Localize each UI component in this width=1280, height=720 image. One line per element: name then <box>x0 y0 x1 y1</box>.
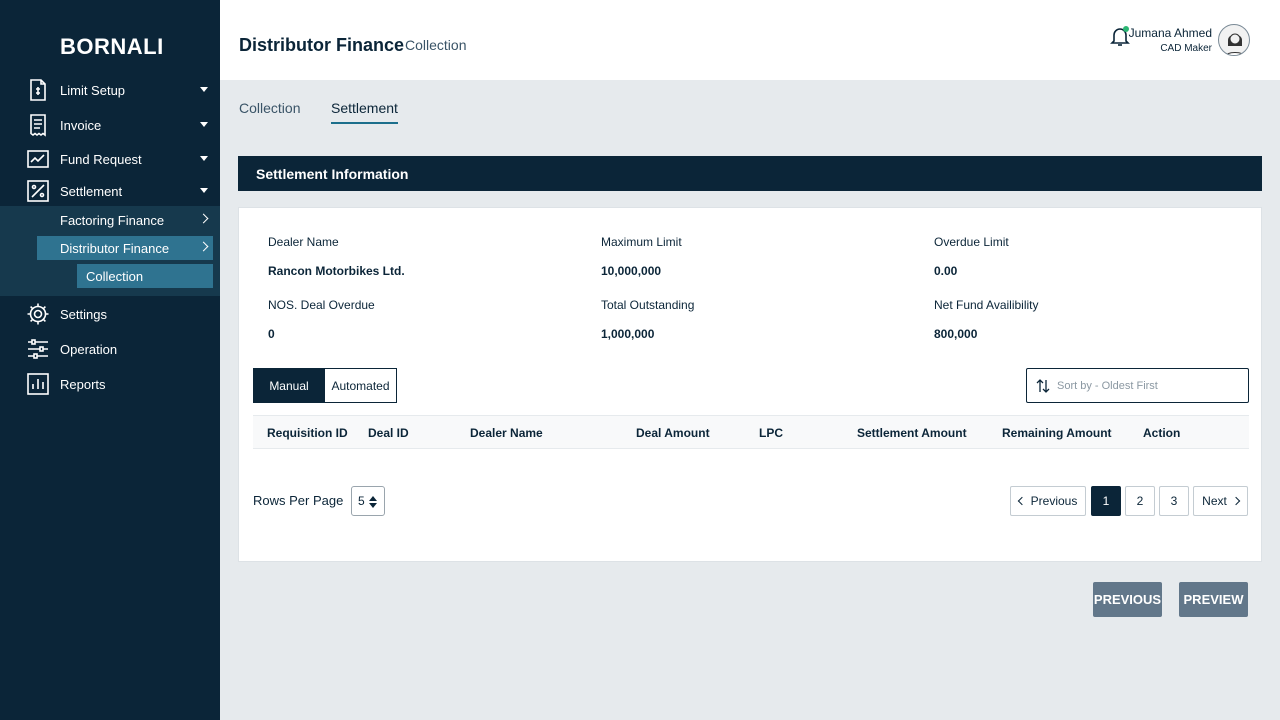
sidebar-item-label: Invoice <box>60 117 102 133</box>
sidebar-subitem-label: Collection <box>86 268 144 284</box>
sidebar-item-operation[interactable]: Operation <box>0 334 220 364</box>
avatar[interactable] <box>1218 24 1250 56</box>
previous-label: Previous <box>1030 494 1078 508</box>
max-limit-label: Maximum Limit <box>601 235 682 249</box>
sidebar-item-label: Reports <box>60 376 106 392</box>
sidebar-item-invoice[interactable]: Invoice <box>0 110 220 140</box>
chevron-right-icon <box>1231 496 1241 506</box>
top-header: Distributor Finance Collection Jumana Ah… <box>220 0 1280 80</box>
rows-per-page-label: Rows Per Page <box>253 493 344 508</box>
column-header: LPC <box>759 426 783 440</box>
sidebar-subitem-distributor-finance[interactable]: Distributor Finance <box>37 236 213 260</box>
overdue-limit-value: 0.00 <box>934 264 958 278</box>
page-button[interactable]: 3 <box>1159 486 1189 516</box>
total-outstanding-value: 1,000,000 <box>601 327 655 341</box>
chevron-right-icon <box>198 213 209 224</box>
deal-overdue-value: 0 <box>268 327 275 341</box>
sidebar-subitem-factoring-finance[interactable]: Factoring Finance <box>37 208 213 232</box>
sidebar-subitem-label: Distributor Finance <box>60 240 170 256</box>
max-limit-value: 10,000,000 <box>601 264 662 278</box>
sort-placeholder: Sort by - Oldest First <box>1057 379 1158 392</box>
document-icon <box>30 79 46 101</box>
caret-down-icon <box>200 188 208 193</box>
next-label: Next <box>1202 494 1227 508</box>
sliders-icon <box>28 339 48 359</box>
column-header: Remaining Amount <box>1002 426 1112 440</box>
section-title: Settlement Information <box>238 156 1262 191</box>
preview-button[interactable]: PREVIEW <box>1179 582 1248 617</box>
page-button[interactable]: 2 <box>1125 486 1155 516</box>
bar-chart-icon <box>27 373 49 395</box>
dealer-name-label: Dealer Name <box>268 235 339 249</box>
sidebar-item-settlement[interactable]: Settlement <box>0 176 220 206</box>
column-header: Settlement Amount <box>857 426 967 440</box>
net-fund-value: 800,000 <box>934 327 978 341</box>
previous-button[interactable]: PREVIOUS <box>1093 582 1162 617</box>
gear-icon <box>27 303 49 325</box>
sidebar-item-settings[interactable]: Settings <box>0 299 220 329</box>
sidebar-item-label: Limit Setup <box>60 82 126 98</box>
page-subtitle: Collection <box>405 37 467 53</box>
deal-overdue-label: NOS. Deal Overdue <box>268 298 375 312</box>
rows-per-page-value: 5 <box>358 494 365 508</box>
sidebar-item-reports[interactable]: Reports <box>0 369 220 399</box>
sidebar-subitem-collection[interactable]: Collection <box>77 264 213 288</box>
sidebar-item-label: Operation <box>60 341 118 357</box>
sidebar: BORNALI Limit Setup Invoice Fund Request… <box>0 0 220 720</box>
next-page-button[interactable]: Next <box>1193 486 1248 516</box>
column-header: Action <box>1143 426 1181 440</box>
sidebar-item-label: Fund Request <box>60 151 142 167</box>
user-name: Jumana Ahmed <box>1128 26 1212 40</box>
tab-collection[interactable]: Collection <box>239 100 300 122</box>
sidebar-item-fund-request[interactable]: Fund Request <box>0 144 220 174</box>
mode-toggle: Manual Automated <box>253 368 397 403</box>
column-header: Deal Amount <box>636 426 710 440</box>
column-header: Deal ID <box>368 426 409 440</box>
manual-mode-button[interactable]: Manual <box>254 369 324 402</box>
sidebar-item-label: Settlement <box>60 183 123 199</box>
table-header: Requisition ID Deal ID Dealer Name Deal … <box>253 415 1249 449</box>
overdue-limit-label: Overdue Limit <box>934 235 1009 249</box>
total-outstanding-label: Total Outstanding <box>601 298 695 312</box>
page-button[interactable]: 1 <box>1091 486 1121 516</box>
sidebar-item-label: Settings <box>60 306 107 322</box>
receipt-icon <box>30 114 46 137</box>
automated-mode-button[interactable]: Automated <box>324 369 396 402</box>
previous-page-button[interactable]: Previous <box>1010 486 1086 516</box>
dealer-name-value: Rancon Motorbikes Ltd. <box>268 264 405 278</box>
brand-logo: BORNALI <box>60 34 164 59</box>
caret-down-icon <box>200 122 208 127</box>
tab-settlement[interactable]: Settlement <box>331 100 398 124</box>
sort-arrows-icon <box>369 496 377 508</box>
settlement-submenu: Factoring Finance Distributor Finance Co… <box>0 206 220 296</box>
column-header: Requisition ID <box>267 426 348 440</box>
sidebar-item-limit-setup[interactable]: Limit Setup <box>0 75 220 105</box>
sort-icon <box>1036 379 1050 393</box>
net-fund-label: Net Fund Availibility <box>934 298 1039 312</box>
percent-icon <box>27 180 49 202</box>
sort-dropdown[interactable]: Sort by - Oldest First <box>1026 368 1249 403</box>
user-avatar-icon <box>1225 33 1245 55</box>
rows-per-page-select[interactable]: 5 <box>351 486 385 516</box>
caret-down-icon <box>200 156 208 161</box>
page-title: Distributor Finance <box>239 35 405 55</box>
sidebar-subitem-label: Factoring Finance <box>60 212 165 228</box>
user-role: CAD Maker <box>1160 43 1212 54</box>
column-header: Dealer Name <box>470 426 543 440</box>
chevron-right-icon <box>198 241 209 252</box>
chart-line-icon <box>27 150 49 168</box>
settlement-card: Dealer Name Rancon Motorbikes Ltd. Maxim… <box>238 207 1262 562</box>
chevron-left-icon <box>1017 496 1026 506</box>
caret-down-icon <box>200 87 208 92</box>
